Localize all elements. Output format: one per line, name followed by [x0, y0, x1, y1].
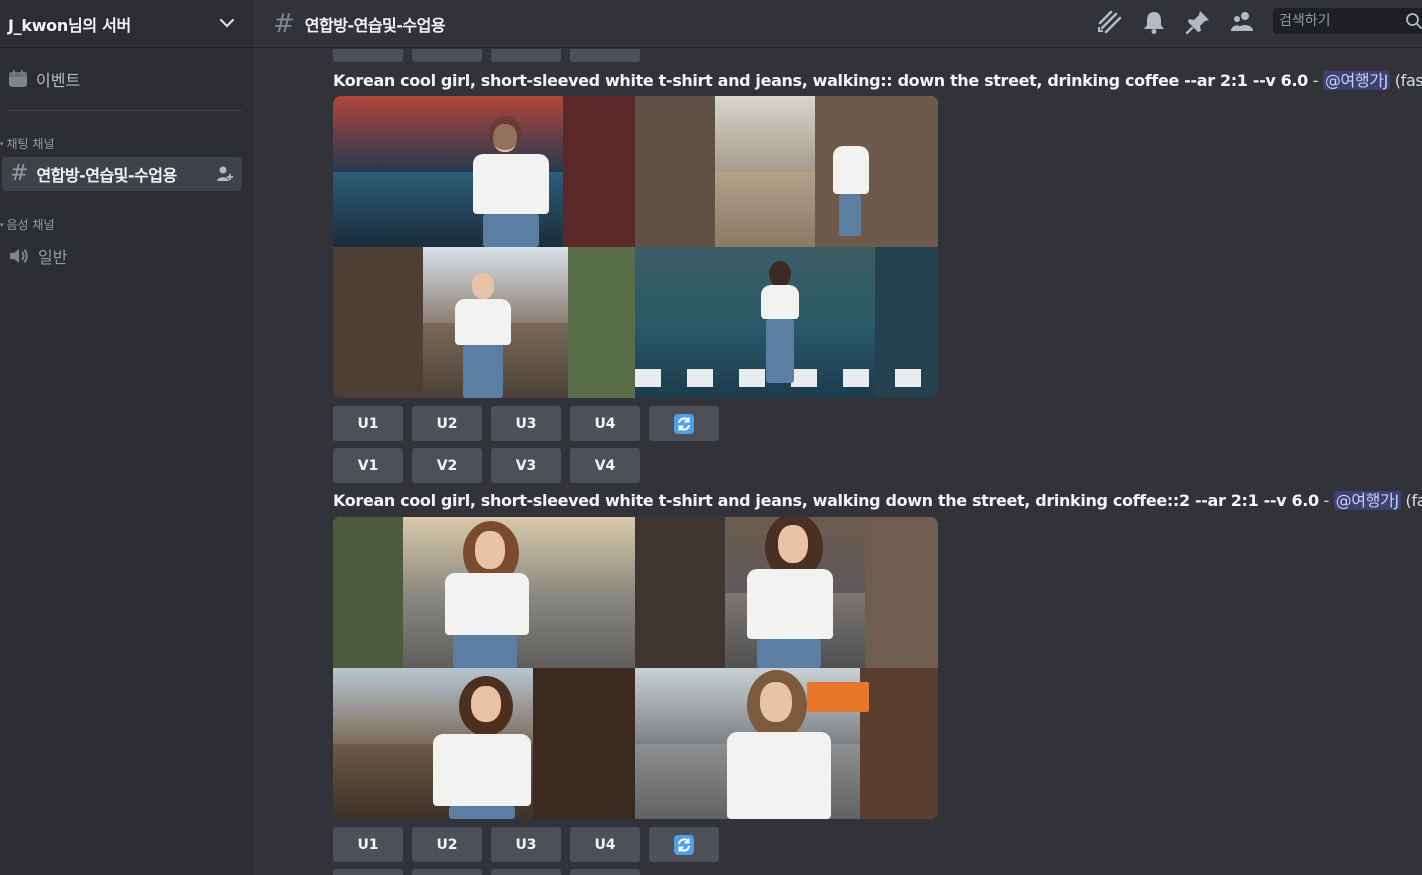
reroll-icon: [674, 834, 694, 855]
grid-image[interactable]: [635, 668, 938, 819]
channel-sidebar: J_kwon님의 서버 이벤트 ▾ 채팅 채널 # 연합방-연습및-수업용 ▾ …: [0, 0, 253, 875]
hash-icon: #: [273, 8, 295, 39]
voice-channel-name: 일반: [38, 248, 68, 267]
events-item[interactable]: 이벤트: [8, 66, 80, 92]
v3-button[interactable]: V3: [491, 448, 561, 483]
variation-button-row-2: [333, 869, 640, 875]
grid-image[interactable]: [333, 517, 635, 668]
v4-button[interactable]: V4: [570, 49, 640, 62]
pin-icon[interactable]: [1185, 9, 1211, 35]
prompt-body: Korean cool girl, short-sleeved white t-…: [333, 491, 1319, 510]
chevron-down-icon[interactable]: [217, 13, 237, 33]
search-input[interactable]: [1279, 13, 1399, 29]
u3-button[interactable]: U3: [491, 827, 561, 862]
category-label: 음성 채널: [6, 218, 55, 232]
image-grid-1[interactable]: [333, 96, 938, 398]
u1-button[interactable]: U1: [333, 406, 403, 441]
prompt-separator: -: [1318, 491, 1334, 510]
discord-app: J_kwon님의 서버 이벤트 ▾ 채팅 채널 # 연합방-연습및-수업용 ▾ …: [0, 0, 1422, 875]
reroll-button[interactable]: [649, 827, 719, 862]
caret-down-icon: ▾: [0, 139, 4, 148]
prompt-separator: -: [1307, 71, 1323, 90]
u2-button[interactable]: U2: [412, 827, 482, 862]
hash-icon: #: [10, 161, 29, 186]
prompt-text: Korean cool girl, short-sleeved white t-…: [333, 71, 1422, 91]
v4-button[interactable]: [570, 869, 640, 875]
grid-image[interactable]: [333, 247, 635, 398]
u2-button[interactable]: U2: [412, 406, 482, 441]
variation-button-row-1: V1 V2 V3 V4: [333, 448, 640, 483]
channel-title: 연합방-연습및-수업용: [304, 15, 446, 35]
variation-button-row-previous: V1 V2 V3 V4: [333, 49, 640, 62]
events-label: 이벤트: [36, 71, 81, 90]
reroll-button[interactable]: [649, 406, 719, 441]
bell-icon[interactable]: [1141, 9, 1167, 35]
u3-button[interactable]: U3: [491, 406, 561, 441]
v1-button[interactable]: V1: [333, 448, 403, 483]
grid-image[interactable]: [635, 247, 938, 398]
server-name: J_kwon님의 서버: [8, 15, 131, 35]
v1-button[interactable]: V1: [333, 49, 403, 62]
u1-button[interactable]: U1: [333, 827, 403, 862]
sidebar-item-voice-channel[interactable]: 일반: [8, 244, 67, 268]
caret-down-icon: ▾: [0, 220, 4, 229]
grid-image[interactable]: [635, 517, 938, 668]
message-list: V1 V2 V3 V4 Korean cool girl, short-slee…: [253, 49, 1422, 875]
prompt-text: Korean cool girl, short-sleeved white t-…: [333, 491, 1422, 511]
reroll-icon: [674, 413, 694, 434]
sidebar-item-text-channel[interactable]: # 연합방-연습및-수업용: [2, 157, 242, 191]
grid-image[interactable]: [333, 668, 635, 819]
u4-button[interactable]: U4: [570, 827, 640, 862]
message-prompt-2: Korean cool girl, short-sleeved white t-…: [333, 491, 1422, 511]
grid-image[interactable]: [333, 96, 635, 247]
threads-icon[interactable]: [1097, 9, 1123, 35]
grid-image[interactable]: [635, 96, 938, 247]
prompt-body: Korean cool girl, short-sleeved white t-…: [333, 71, 1308, 90]
calendar-icon: [9, 70, 27, 87]
user-mention[interactable]: @여행가J: [1333, 491, 1401, 510]
upscale-button-row-2: U1 U2 U3 U4: [333, 827, 719, 862]
category-text-channels[interactable]: ▾ 채팅 채널: [0, 135, 55, 152]
v2-button[interactable]: [412, 869, 482, 875]
server-header[interactable]: J_kwon님의 서버: [0, 0, 253, 48]
sidebar-divider: [8, 110, 242, 111]
speed-label: (fast): [1394, 71, 1422, 90]
channel-name: 연합방-연습및-수업용: [36, 166, 177, 185]
v2-button[interactable]: V2: [412, 448, 482, 483]
v4-button[interactable]: V4: [570, 448, 640, 483]
v2-button[interactable]: V2: [412, 49, 482, 62]
v3-button[interactable]: V3: [491, 49, 561, 62]
speaker-icon: [10, 248, 28, 264]
v3-button[interactable]: [491, 869, 561, 875]
search-box[interactable]: [1273, 8, 1422, 34]
add-member-icon[interactable]: [216, 165, 234, 183]
u4-button[interactable]: U4: [570, 406, 640, 441]
message-prompt-1: Korean cool girl, short-sleeved white t-…: [333, 71, 1422, 91]
user-mention[interactable]: @여행가J: [1322, 71, 1391, 90]
speed-label: (fast): [1405, 491, 1422, 510]
upscale-button-row-1: U1 U2 U3 U4: [333, 406, 719, 441]
category-label: 채팅 채널: [6, 137, 55, 151]
category-voice-channels[interactable]: ▾ 음성 채널: [0, 216, 55, 233]
members-icon[interactable]: [1229, 9, 1255, 35]
search-icon[interactable]: [1405, 12, 1422, 30]
v1-button[interactable]: [333, 869, 403, 875]
image-grid-2[interactable]: [333, 517, 938, 819]
